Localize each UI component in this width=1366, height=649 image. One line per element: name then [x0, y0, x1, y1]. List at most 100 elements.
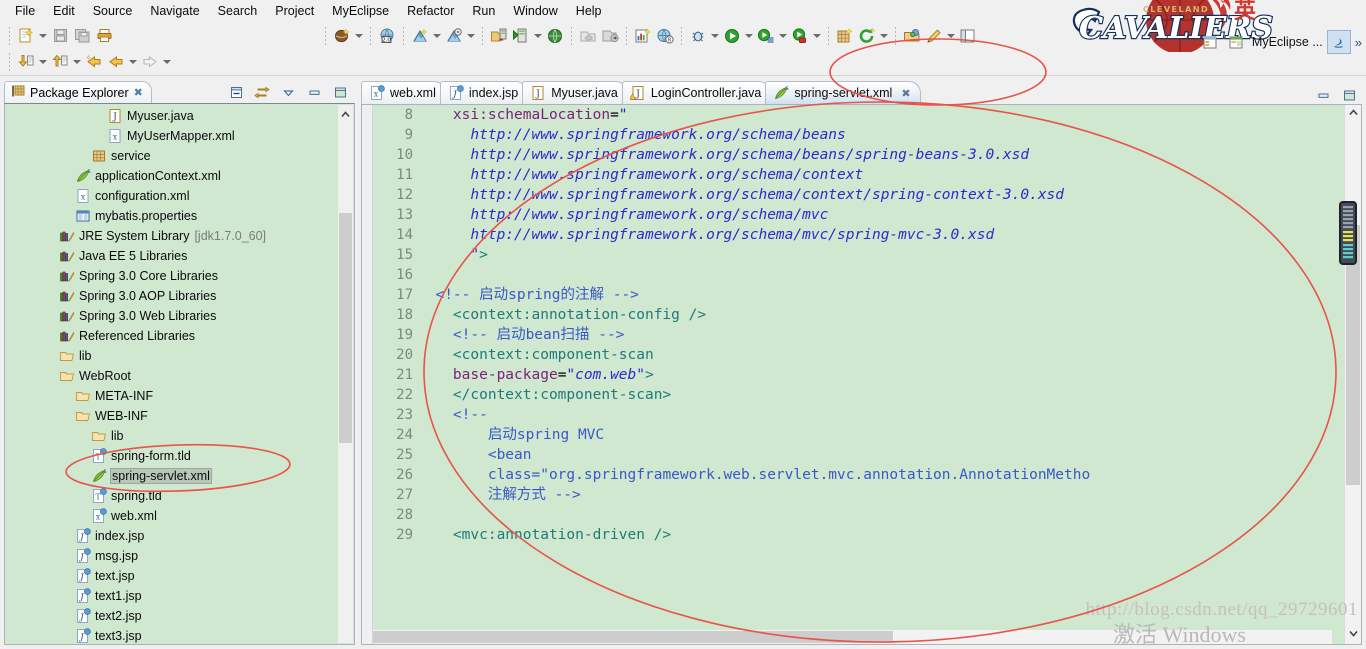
package-explorer-tab[interactable]: Package Explorer ✖	[4, 81, 152, 103]
tree-item-spring-3-0-core-libraries[interactable]: Spring 3.0 Core Libraries	[5, 266, 354, 286]
open-perspective-icon[interactable]	[957, 25, 979, 47]
open-type-icon[interactable]	[901, 25, 923, 47]
tree-item-meta-inf[interactable]: META-INF	[5, 386, 354, 406]
editor-marker-bar[interactable]	[362, 105, 373, 644]
menu-item-refactor[interactable]: Refactor	[398, 2, 463, 20]
code-line[interactable]: http://www.springframework.org/schema/co…	[418, 185, 1332, 205]
deploy-config-icon[interactable]	[443, 25, 465, 47]
scroll-up-arrow[interactable]	[338, 107, 353, 121]
code-line[interactable]: 启动spring MVC	[418, 425, 1332, 445]
editor-vertical-scrollbar[interactable]	[1344, 105, 1361, 644]
run-server-icon[interactable]	[510, 25, 532, 47]
tree-item-msg-jsp[interactable]: Jmsg.jsp	[5, 546, 354, 566]
tree-item-webroot[interactable]: WebRoot	[5, 366, 354, 386]
tree-item-text2-jsp[interactable]: Jtext2.jsp	[5, 606, 354, 626]
editor-scroll-up-arrow[interactable]	[1345, 107, 1361, 121]
code-line[interactable]: http://www.springframework.org/schema/co…	[418, 165, 1332, 185]
run-history-icon[interactable]	[755, 25, 777, 47]
tree-item-web-xml[interactable]: x web.xml	[5, 506, 354, 526]
server-manage-icon[interactable]	[488, 25, 510, 47]
tree-item-myusermapper-xml[interactable]: x MyUserMapper.xml	[5, 126, 354, 146]
minimize-icon[interactable]	[303, 81, 325, 103]
tree-item-text1-jsp[interactable]: Jtext1.jsp	[5, 586, 354, 606]
close-icon[interactable]: ✖	[901, 87, 910, 100]
code-line[interactable]: <!-- 启动spring的注解 -->	[418, 285, 1332, 305]
menu-item-window[interactable]: Window	[504, 2, 566, 20]
tree-item-spring-servlet-xml[interactable]: s spring-servlet.xml	[5, 466, 354, 486]
open-browser-icon[interactable]	[544, 25, 566, 47]
tree-item-applicationcontext-xml[interactable]: s applicationContext.xml	[5, 166, 354, 186]
menu-item-edit[interactable]: Edit	[44, 2, 84, 20]
editor-tab-spring-servlet-xml[interactable]: s spring-servlet.xml ✖	[765, 81, 921, 104]
run-history-dropdown-arrow[interactable]	[777, 25, 789, 47]
code-line[interactable]: <mvc:annotation-driven />	[418, 525, 1332, 545]
tree-item-java-ee-5-libraries[interactable]: Java EE 5 Libraries	[5, 246, 354, 266]
save-icon[interactable]	[49, 25, 71, 47]
import-icon[interactable]	[599, 25, 621, 47]
previous-annotation-icon[interactable]	[49, 51, 71, 73]
search-pencil-icon[interactable]	[923, 25, 945, 47]
tree-item-myuser-java[interactable]: J Myuser.java	[5, 106, 354, 126]
code-line[interactable]: <context:component-scan	[418, 345, 1332, 365]
tree-item-spring-form-tld[interactable]: Tspring-form.tld	[5, 446, 354, 466]
tree-item-index-jsp[interactable]: Jindex.jsp	[5, 526, 354, 546]
tree-item-jre-system-library[interactable]: JRE System Library [jdk1.7.0_60]	[5, 226, 354, 246]
myeclipse-database-browser-icon[interactable]	[331, 25, 353, 47]
tree-item-text3-jsp[interactable]: Jtext3.jsp	[5, 626, 354, 644]
menu-item-run[interactable]: Run	[463, 2, 504, 20]
editor-body[interactable]: 8 9 10 11 12 13 14 15 16 17 18 19 20 21 22 23 24 25 26 27 28…	[361, 104, 1362, 645]
web-browser-icon[interactable]: R	[654, 25, 676, 47]
last-edit-location-icon[interactable]	[83, 51, 105, 73]
tree-vertical-scrollbar[interactable]	[338, 105, 353, 643]
run-server-dropdown-arrow[interactable]	[532, 25, 544, 47]
code-line[interactable]: 注解方式 -->	[418, 485, 1332, 505]
editor-horizontal-scrollbar[interactable]	[373, 630, 1332, 644]
code-line[interactable]	[418, 265, 1332, 285]
menu-item-file[interactable]: File	[6, 2, 44, 20]
view-menu-icon[interactable]	[277, 81, 299, 103]
tree-item-lib[interactable]: lib	[5, 426, 354, 446]
code-line[interactable]: </context:component-scan>	[418, 385, 1332, 405]
report-icon[interactable]	[632, 25, 654, 47]
code-line[interactable]: class="org.springframework.web.servlet.m…	[418, 465, 1332, 485]
perspective-icon[interactable]	[1200, 31, 1222, 53]
menu-item-navigate[interactable]: Navigate	[141, 2, 208, 20]
menu-item-help[interactable]: Help	[567, 2, 611, 20]
run-dropdown-arrow[interactable]	[743, 25, 755, 47]
deploy-dropdown-arrow[interactable]	[431, 25, 443, 47]
new-wizard-dropdown-arrow[interactable]	[37, 25, 49, 47]
collapse-all-icon[interactable]	[225, 81, 247, 103]
next-annotation-dropdown-arrow[interactable]	[37, 51, 49, 73]
link-with-editor-icon[interactable]	[251, 81, 273, 103]
close-icon[interactable]: ✖	[134, 86, 143, 99]
menu-item-myeclipse[interactable]: MyEclipse	[323, 2, 398, 20]
forward-dropdown-arrow[interactable]	[161, 51, 173, 73]
editor-hscroll-thumb[interactable]	[373, 631, 893, 643]
code-line[interactable]: http://www.springframework.org/schema/mv…	[418, 225, 1332, 245]
deploy-icon[interactable]	[409, 25, 431, 47]
deploy-config-dropdown-arrow[interactable]	[465, 25, 477, 47]
next-annotation-icon[interactable]	[15, 51, 37, 73]
debug-dropdown-arrow[interactable]	[709, 25, 721, 47]
java-perspective-icon[interactable]	[1326, 30, 1351, 54]
editor-tab-logincontroller-java[interactable]: J LoginController.java	[621, 81, 772, 104]
code-line[interactable]: http://www.springframework.org/schema/be…	[418, 125, 1332, 145]
code-line[interactable]: <!--	[418, 405, 1332, 425]
editor-tab-index-jsp[interactable]: Jindex.jsp	[439, 81, 529, 104]
forward-icon[interactable]	[139, 51, 161, 73]
code-line[interactable]	[418, 505, 1332, 525]
editor-tab-web-xml[interactable]: x web.xml	[361, 81, 446, 104]
perspective-label[interactable]: MyEclipse ...	[1252, 35, 1323, 49]
database-dropdown-arrow[interactable]	[353, 25, 365, 47]
tree-scroll-thumb[interactable]	[339, 213, 352, 443]
editor-scroll-down-arrow[interactable]	[1345, 628, 1361, 642]
tree-item-spring-3-0-aop-libraries[interactable]: Spring 3.0 AOP Libraries	[5, 286, 354, 306]
maximize-icon[interactable]	[329, 81, 351, 103]
refresh-icon[interactable]	[856, 25, 878, 47]
code-line[interactable]: <bean	[418, 445, 1332, 465]
tree-item-configuration-xml[interactable]: x configuration.xml	[5, 186, 354, 206]
code-line[interactable]: http://www.springframework.org/schema/be…	[418, 145, 1332, 165]
tree-item-web-inf[interactable]: WEB-INF	[5, 406, 354, 426]
menu-item-project[interactable]: Project	[266, 2, 323, 20]
refresh-dropdown-arrow[interactable]	[878, 25, 890, 47]
